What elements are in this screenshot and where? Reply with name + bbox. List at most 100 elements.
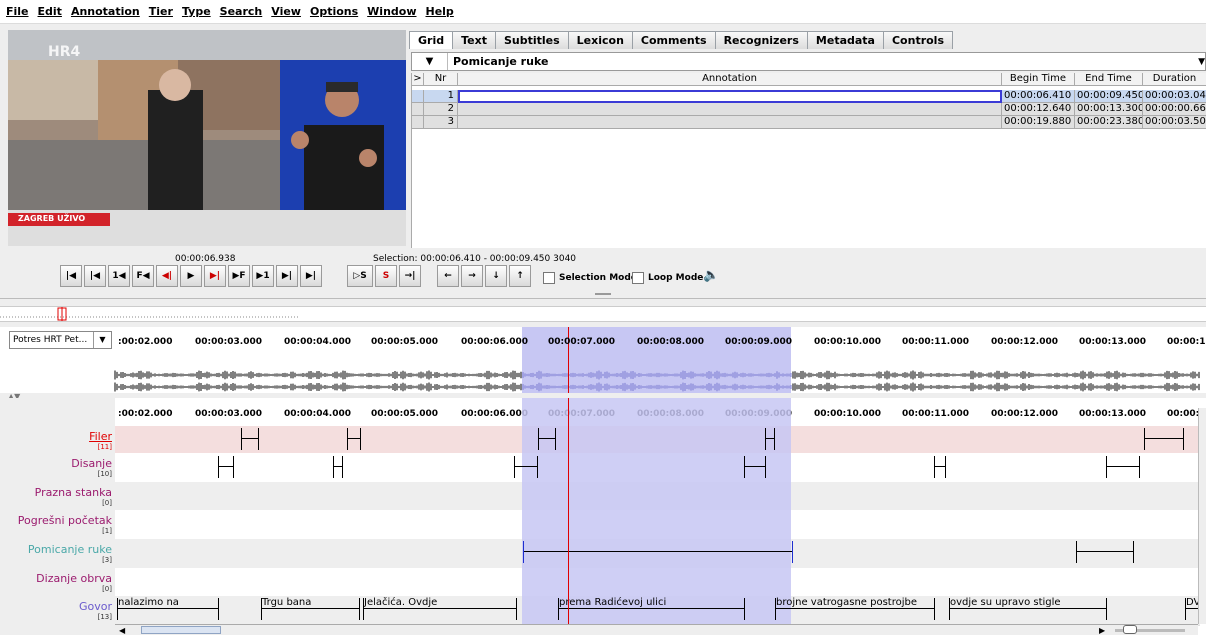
menu-type[interactable]: Type	[182, 5, 211, 18]
annotation-segment[interactable]	[1076, 541, 1134, 563]
frame-back-button[interactable]: F◀	[132, 265, 154, 287]
grid-header-annotation[interactable]: Annotation	[458, 73, 1002, 86]
menu-edit[interactable]: Edit	[38, 5, 62, 18]
grid-header-sort[interactable]: >	[412, 73, 424, 86]
annotation-segment[interactable]	[333, 456, 343, 478]
annotation-segment[interactable]	[347, 428, 361, 450]
tier-label[interactable]: Pomicanje ruke	[28, 543, 112, 556]
annotation-segment[interactable]	[514, 456, 538, 478]
waveform-viewer[interactable]: Potres HRT Pet... ▼ :00:02.000 00:00:03.0…	[0, 327, 1206, 393]
tier-annotation-count: [1]	[102, 527, 112, 535]
grid-cell-nr: 3	[424, 116, 458, 129]
play-selection-button[interactable]: ▷S	[347, 265, 373, 287]
vertical-scrollbar[interactable]	[1198, 408, 1206, 624]
loop-mode-label: Loop Mode	[648, 273, 704, 283]
scroll-left-icon: ◀	[119, 626, 126, 635]
annotation-segment[interactable]	[523, 541, 793, 563]
tab-recognizers[interactable]: Recognizers	[714, 31, 808, 49]
grid-row[interactable]: 1 00:00:06.410 00:00:09.450 00:00:03.040	[412, 90, 1206, 103]
tier-down-button[interactable]: ↓	[485, 265, 507, 287]
scroll-thumb[interactable]	[141, 626, 221, 634]
menu-tier[interactable]: Tier	[149, 5, 173, 18]
timeline-viewer[interactable]: Filer [11] Disanje [10] Prazna stanka [0] Pogr…	[0, 398, 1206, 635]
prev-annotation-button[interactable]: ←	[437, 265, 459, 287]
one-second-back-button[interactable]: 1◀	[108, 265, 130, 287]
go-to-end-button[interactable]: ▶|	[300, 265, 322, 287]
tier-label[interactable]: Filer	[89, 430, 112, 443]
govor-annotation-text: Trgu bana	[262, 597, 312, 608]
go-to-selection-button[interactable]: →|	[399, 265, 421, 287]
annotation-segment[interactable]	[241, 428, 259, 450]
tab-controls[interactable]: Controls	[882, 31, 954, 49]
volume-icon[interactable]: 🔈	[703, 268, 719, 283]
go-to-begin-button[interactable]: |◀	[60, 265, 82, 287]
grid-header-end[interactable]: End Time	[1075, 73, 1143, 86]
zoom-slider-thumb[interactable]	[1123, 625, 1137, 634]
menu-annotation[interactable]: Annotation	[71, 5, 140, 18]
play-selection-forward-button[interactable]: ▶|	[204, 265, 226, 287]
horizontal-scrollbar[interactable]: ◀ ▶	[115, 624, 1198, 635]
grid-cell-nr: 2	[424, 103, 458, 116]
clear-selection-button[interactable]: S	[375, 265, 397, 287]
tier-label[interactable]: Disanje	[71, 457, 112, 470]
ruler-tick-label: 00:00:11.000	[902, 409, 969, 419]
panel-divider[interactable]	[0, 293, 1206, 302]
next-annotation-button[interactable]: →	[461, 265, 483, 287]
grid-cell-annotation[interactable]	[458, 90, 1002, 103]
tier-up-button[interactable]: ↑	[509, 265, 531, 287]
grid-cell-annotation[interactable]	[458, 103, 1002, 116]
ruler-tick-label: 00:00:03.000	[195, 409, 262, 419]
grid-header-nr[interactable]: Nr	[424, 73, 458, 86]
previous-frame-button[interactable]: |◀	[84, 265, 106, 287]
tab-comments[interactable]: Comments	[631, 31, 716, 49]
tab-metadata[interactable]: Metadata	[806, 31, 884, 49]
selection-mode-checkbox[interactable]	[543, 272, 555, 284]
tier-label[interactable]: Prazna stanka	[35, 486, 112, 499]
annotation-grid: > Nr Annotation Begin Time End Time Dura…	[411, 73, 1206, 248]
next-frame-button[interactable]: ▶|	[276, 265, 298, 287]
tier-label[interactable]: Govor	[79, 600, 112, 613]
grid-header-begin[interactable]: Begin Time	[1002, 73, 1075, 86]
grid-row[interactable]: 2 00:00:12.640 00:00:13.300 00:00:00.660	[412, 103, 1206, 116]
tier-label[interactable]: Dizanje obrva	[36, 572, 112, 585]
tab-grid[interactable]: Grid	[409, 31, 454, 49]
annotation-segment[interactable]	[744, 456, 766, 478]
play-selection-back-button[interactable]: ◀|	[156, 265, 178, 287]
annotation-segment[interactable]	[1106, 456, 1140, 478]
video-viewer[interactable]: HR4 ZAGREB UŽIVO	[8, 30, 406, 246]
annotation-segment[interactable]	[218, 456, 234, 478]
annotation-segment[interactable]	[934, 456, 946, 478]
ruler-tick-label: 00:00:13.000	[1079, 337, 1146, 347]
menu-file[interactable]: File	[6, 5, 29, 18]
tab-lexicon[interactable]: Lexicon	[567, 31, 633, 49]
annotation-segment[interactable]	[1144, 428, 1184, 450]
tier-label[interactable]: Pogrešni početak	[18, 514, 112, 527]
menu-help[interactable]: Help	[426, 5, 454, 18]
ruler-tick-label: 00:00:09.000	[725, 337, 792, 347]
ruler-tick-label: 00:00:05.000	[371, 409, 438, 419]
loop-mode-checkbox[interactable]	[632, 272, 644, 284]
annotation-segment[interactable]	[765, 428, 775, 450]
tier-labels-column: Filer [11] Disanje [10] Prazna stanka [0] Pogr…	[0, 398, 115, 635]
dropdown-arrow-icon[interactable]: ▼	[1198, 57, 1205, 67]
ruler-tick-label: 00:00:04.000	[284, 337, 351, 347]
grid-row[interactable]: 3 00:00:19.880 00:00:23.380 00:00:03.500	[412, 116, 1206, 129]
grid-cell-nr: 1	[424, 90, 458, 103]
one-second-forward-button[interactable]: ▶1	[252, 265, 274, 287]
timeline-overview[interactable]	[0, 306, 1206, 322]
tab-text[interactable]: Text	[452, 31, 496, 49]
grid-cell-duration: 00:00:03.500	[1143, 116, 1206, 129]
menu-view[interactable]: View	[271, 5, 301, 18]
menu-search[interactable]: Search	[220, 5, 263, 18]
annotation-segment[interactable]	[538, 428, 556, 450]
grid-cell-annotation[interactable]	[458, 116, 1002, 129]
play-button[interactable]: ▶	[180, 265, 202, 287]
grid-cell-end: 00:00:23.380	[1075, 116, 1143, 129]
grid-tier-select[interactable]: ▼ Pomicanje ruke ▼	[411, 52, 1206, 71]
frame-forward-button[interactable]: ▶F	[228, 265, 250, 287]
grid-header-duration[interactable]: Duration	[1143, 73, 1206, 86]
menu-options[interactable]: Options	[310, 5, 358, 18]
tab-subtitles[interactable]: Subtitles	[494, 31, 569, 49]
collapse-triangle-icon[interactable]: ▼	[412, 53, 448, 70]
menu-window[interactable]: Window	[367, 5, 416, 18]
